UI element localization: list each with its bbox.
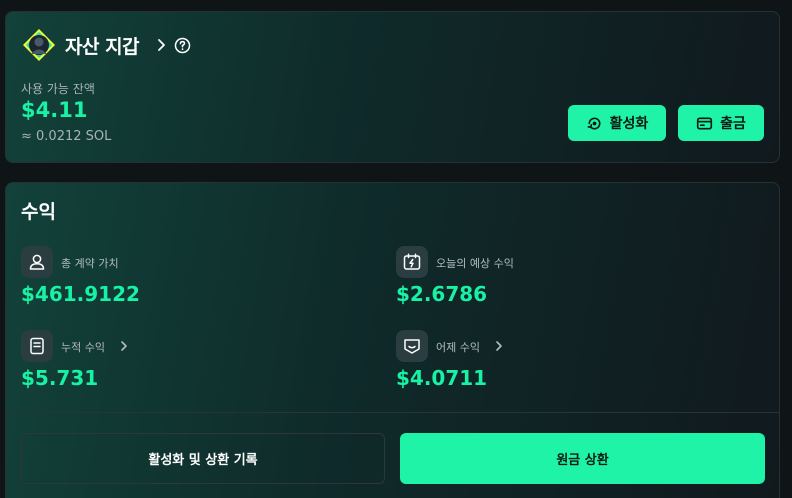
earnings-card: 수익 총 계약 가치 $461.9122 오늘의 예상 수익 $2.6786 누… (5, 182, 780, 498)
stat-label: 오늘의 예상 수익 (436, 257, 514, 270)
balance-sol: ≈ 0.0212 SOL (21, 129, 112, 144)
earnings-title: 수익 (21, 201, 56, 223)
chevron-right-icon[interactable] (118, 340, 130, 352)
wallet-title: 자산 지갑 (65, 36, 140, 58)
calendar-bolt-icon (396, 246, 428, 278)
refresh-icon (587, 117, 601, 130)
activate-button[interactable]: 활성화 (568, 105, 666, 141)
withdraw-button[interactable]: 출금 (678, 105, 764, 141)
stat-value: $4.0711 (396, 366, 488, 390)
inbox-icon (396, 330, 428, 362)
balance-label: 사용 가능 잔액 (21, 82, 95, 96)
stat-value: $461.9122 (21, 282, 140, 306)
history-button[interactable]: 활성화 및 상환 기록 (21, 433, 385, 484)
avatar (22, 28, 56, 62)
withdraw-button-label: 출금 (720, 116, 746, 132)
divider (6, 412, 779, 413)
principal-button-label: 원금 상환 (556, 453, 609, 468)
stat-label: 총 계약 가치 (61, 257, 119, 270)
help-icon[interactable] (174, 37, 191, 54)
user-icon (21, 246, 53, 278)
stat-label: 어제 수익 (436, 341, 480, 354)
wallet-icon (697, 117, 713, 129)
balance-usd: $4.11 (21, 98, 88, 122)
stat-label: 누적 수익 (61, 341, 105, 354)
history-button-label: 활성화 및 상환 기록 (148, 453, 258, 468)
chevron-right-icon[interactable] (154, 38, 168, 52)
principal-repayment-button[interactable]: 원금 상환 (400, 433, 765, 484)
wallet-card: 자산 지갑 사용 가능 잔액 $4.11 ≈ 0.0212 SOL 활성화 출금 (5, 11, 780, 163)
stat-value: $2.6786 (396, 282, 488, 306)
document-icon (21, 330, 53, 362)
chevron-right-icon[interactable] (493, 340, 505, 352)
activate-button-label: 활성화 (609, 116, 649, 132)
stat-value: $5.731 (21, 366, 99, 390)
